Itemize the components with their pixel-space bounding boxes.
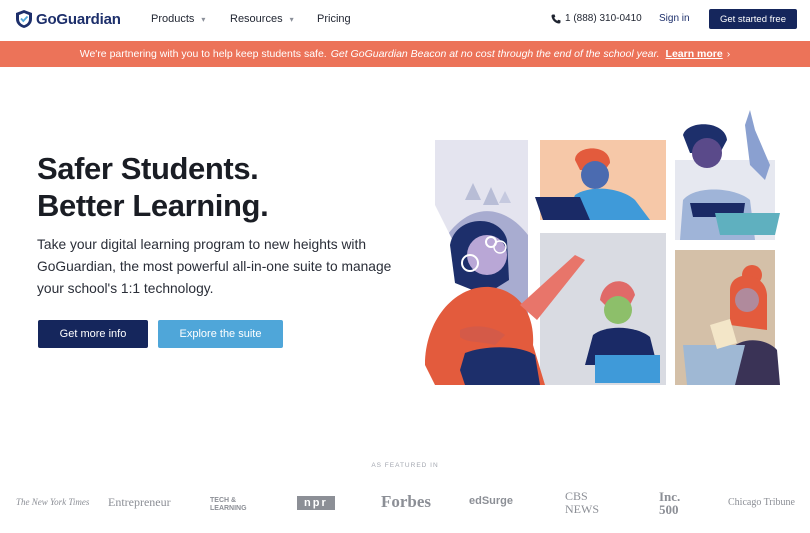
banner-emphasis: Get GoGuardian Beacon at no cost through…	[330, 48, 660, 60]
signin-link[interactable]: Sign in	[659, 13, 690, 24]
phone-link[interactable]: 1 (888) 310-0410	[551, 13, 642, 24]
chevron-down-icon: ▾	[289, 14, 294, 24]
hero-illustration	[425, 110, 780, 385]
forbes-logo: Forbes	[381, 492, 432, 511]
get-more-info-button[interactable]: Get more info	[38, 320, 148, 348]
phone-number: 1 (888) 310-0410	[565, 13, 642, 24]
nav-products-label: Products	[151, 13, 195, 25]
press-logos: The New York Times Entrepreneur TECH & L…	[0, 488, 810, 520]
npr-logo: npr	[297, 496, 335, 510]
edsurge-logo: edSurge	[469, 495, 514, 507]
top-nav: GoGuardian Products ▾ Resources ▾ Pricin…	[0, 0, 810, 41]
get-started-button[interactable]: Get started free	[709, 9, 797, 29]
nav-pricing[interactable]: Pricing	[317, 13, 351, 25]
cbs-news-logo: CBS NEWS	[565, 489, 599, 516]
brand-name: GoGuardian	[36, 10, 121, 28]
goguardian-logo[interactable]: GoGuardian	[16, 9, 121, 29]
explore-suite-button[interactable]: Explore the suite	[158, 320, 283, 348]
chevron-down-icon: ▾	[201, 14, 206, 24]
announcement-banner: We're partnering with you to help keep s…	[0, 41, 810, 67]
featured-label: AS FEATURED IN	[371, 462, 439, 469]
shield-logo-icon	[16, 10, 32, 28]
banner-text: We're partnering with you to help keep s…	[79, 48, 327, 60]
nav-resources-label: Resources	[230, 13, 283, 25]
chicago-tribune-logo: Chicago Tribune	[728, 497, 795, 508]
hero-title-line2: Better Learning.	[37, 188, 269, 223]
nav-pricing-label: Pricing	[317, 13, 351, 25]
learn-more-link[interactable]: Learn more	[666, 48, 723, 60]
hero-title: Safer Students. Better Learning.	[37, 150, 269, 224]
chevron-right-icon: ›	[726, 48, 731, 60]
nytimes-logo: The New York Times	[16, 497, 90, 507]
nav-resources[interactable]: Resources ▾	[230, 13, 294, 25]
tech-learning-logo: TECH & LEARNING	[210, 497, 247, 512]
hero-subtitle: Take your digital learning program to ne…	[37, 237, 392, 296]
hero-title-line1: Safer Students.	[37, 151, 259, 186]
inc500-logo: Inc. 500	[659, 489, 681, 517]
nav-products[interactable]: Products ▾	[151, 13, 205, 25]
entrepreneur-logo: Entrepreneur	[108, 495, 171, 509]
phone-icon	[551, 14, 561, 24]
